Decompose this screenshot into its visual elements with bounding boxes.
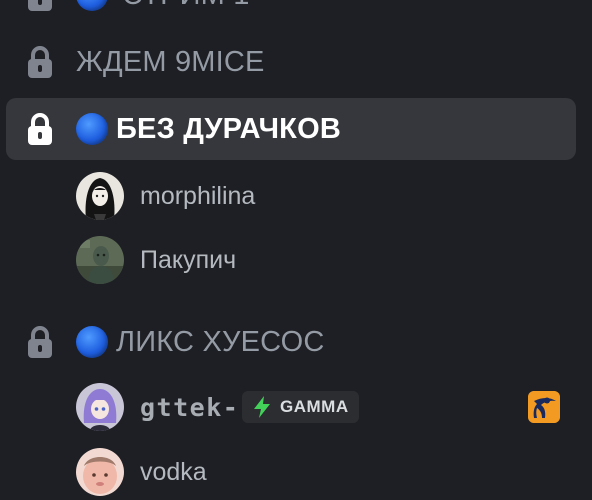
lock-icon (28, 326, 52, 358)
avatar (76, 236, 124, 284)
avatar (76, 172, 124, 220)
voice-channel-liks[interactable]: ЛИКС ХУЕСОС (6, 311, 576, 373)
voice-channel-9mice[interactable]: ЖДЕМ 9MICE (6, 31, 576, 93)
member-name: gttek- (140, 393, 240, 422)
channel-name: БЕЗ ДУРАЧКОВ (116, 112, 341, 145)
lightning-icon (254, 396, 270, 418)
voice-member[interactable]: Пакупич (76, 236, 576, 286)
voice-member[interactable]: morphilina (76, 172, 576, 222)
blue-circle-icon (76, 113, 108, 145)
voice-channel-bez-durachkov[interactable]: БЕЗ ДУРАЧКОВ (6, 98, 576, 160)
counter-strike-icon (528, 391, 560, 423)
channel-name: ЖДЕМ 9MICE (76, 45, 265, 78)
lock-icon (28, 0, 52, 11)
avatar (76, 448, 124, 496)
server-tag: GAMMA (242, 391, 359, 423)
member-name: vodka (140, 458, 207, 486)
avatar (76, 383, 124, 431)
blue-circle-icon (76, 326, 108, 358)
blue-circle-icon (76, 0, 108, 11)
member-name: Пакупич (140, 246, 237, 274)
voice-member[interactable]: vodka (76, 448, 576, 498)
lock-icon (28, 113, 52, 145)
voice-member[interactable]: gttek- GAMMA (76, 383, 576, 433)
voice-channel-stream-1[interactable]: СТРИМ 1 (6, 0, 576, 26)
channel-name: СТРИМ 1 (122, 0, 250, 12)
lock-icon (28, 46, 52, 78)
member-name: morphilina (140, 182, 256, 210)
channel-name: ЛИКС ХУЕСОС (116, 325, 325, 358)
server-tag-label: GAMMA (280, 397, 349, 416)
voice-channel-list: СТРИМ 1 ЖДЕМ 9MICE БЕЗ ДУРАЧКОВ (0, 0, 592, 500)
